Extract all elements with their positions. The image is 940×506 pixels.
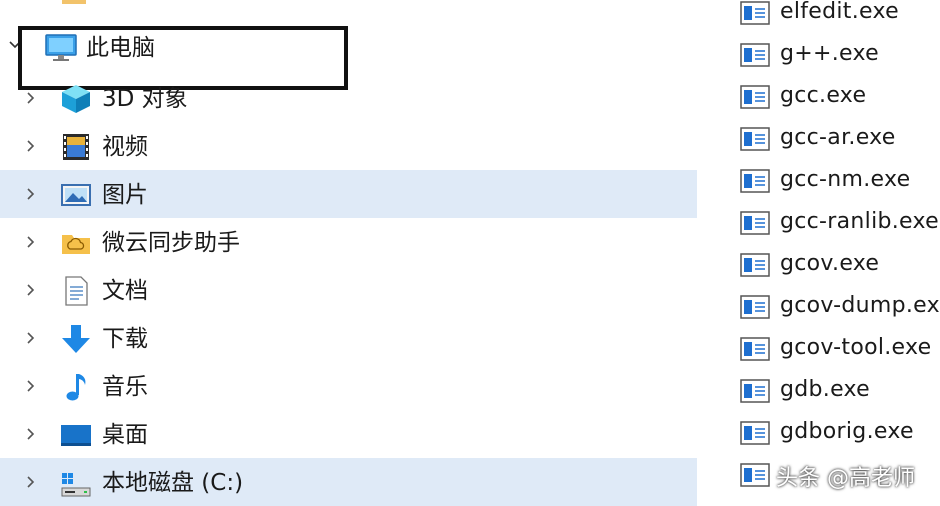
music-note-icon	[60, 371, 92, 403]
tree-item-desktop[interactable]: 桌面	[0, 410, 697, 458]
tree-item-label: 图片	[102, 182, 148, 208]
executable-file-icon	[740, 127, 770, 151]
tree-item-documents[interactable]: 文档	[0, 266, 697, 314]
chevron-right-icon[interactable]	[24, 91, 38, 105]
local-disk-icon	[60, 467, 92, 499]
chevron-right-icon[interactable]	[24, 379, 38, 393]
file-item[interactable]: gdb.exe	[740, 376, 940, 414]
folder-icon-partial	[62, 0, 86, 4]
chevron-right-icon[interactable]	[24, 235, 38, 249]
file-name: gcc.exe	[780, 83, 867, 108]
navigation-pane: 此电脑 3D 对象 视频 图片 微云同步助手 文档 下载 音乐 桌面 本地磁盘 …	[0, 0, 720, 506]
file-item[interactable]: gcc-ranlib.exe	[740, 208, 940, 246]
tree-item-label: 音乐	[102, 374, 148, 400]
file-item[interactable]: gcov-dump.exe	[740, 292, 940, 330]
tree-item-label: 3D 对象	[102, 86, 188, 112]
file-item[interactable]: gcc.exe	[740, 82, 940, 120]
tree-item-downloads[interactable]: 下载	[0, 314, 697, 362]
file-name: gcc-nm.exe	[780, 167, 911, 192]
tree-item-pictures[interactable]: 图片	[0, 170, 697, 218]
executable-file-icon	[740, 379, 770, 403]
tree-item-weiyun-sync[interactable]: 微云同步助手	[0, 218, 697, 266]
tree-item-music[interactable]: 音乐	[0, 362, 697, 410]
executable-file-icon	[740, 337, 770, 361]
executable-file-icon	[740, 253, 770, 277]
executable-file-icon	[740, 211, 770, 235]
chevron-right-icon[interactable]	[24, 475, 38, 489]
3d-objects-icon	[60, 83, 92, 115]
tree-item-label: 视频	[102, 134, 148, 160]
executable-file-icon	[740, 43, 770, 67]
file-name: gcov.exe	[780, 251, 880, 276]
file-name: gcov-dump.exe	[780, 293, 940, 318]
file-name: gdb.exe	[780, 377, 871, 402]
executable-file-icon	[740, 85, 770, 109]
file-list-pane: elfedit.exe g++.exe gcc.exe gcc-ar.exe g…	[720, 0, 940, 504]
chevron-right-icon[interactable]	[24, 139, 38, 153]
executable-file-icon	[740, 421, 770, 445]
watermark-text: 头条 @高老师	[776, 466, 915, 491]
executable-file-icon	[740, 169, 770, 193]
tree-item-label: 下载	[102, 326, 148, 352]
chevron-right-icon[interactable]	[24, 427, 38, 441]
tree-item-label: 微云同步助手	[102, 230, 240, 256]
file-name: gcc-ranlib.exe	[780, 209, 939, 234]
documents-icon	[60, 275, 92, 307]
file-item[interactable]: g++.exe	[740, 40, 940, 78]
tree-item-label: 文档	[102, 278, 148, 304]
chevron-right-icon[interactable]	[24, 283, 38, 297]
file-name: elfedit.exe	[780, 0, 899, 24]
tree-item-videos[interactable]: 视频	[0, 122, 697, 170]
tree-item-3d-objects[interactable]: 3D 对象	[0, 74, 697, 122]
chevron-right-icon[interactable]	[24, 187, 38, 201]
videos-icon	[60, 131, 92, 163]
file-name: g++.exe	[780, 41, 879, 66]
file-item[interactable]: gcov.exe	[740, 250, 940, 288]
tree-item-local-disk-c[interactable]: 本地磁盘 (C:)	[0, 458, 697, 506]
chevron-right-icon[interactable]	[24, 331, 38, 345]
download-arrow-icon	[60, 323, 92, 355]
file-name: gcov-tool.exe	[780, 335, 932, 360]
pictures-icon	[60, 179, 92, 211]
file-name: gdborig.exe	[780, 419, 914, 444]
file-item[interactable]: gcc-ar.exe	[740, 124, 940, 162]
executable-file-icon	[740, 463, 770, 487]
file-item[interactable]: gdborig.exe	[740, 418, 940, 456]
file-name: gcc-ar.exe	[780, 125, 896, 150]
file-item[interactable]: gcc-nm.exe	[740, 166, 940, 204]
file-item[interactable]: gcov-tool.exe	[740, 334, 940, 372]
executable-file-icon	[740, 1, 770, 25]
tree-item-label: 桌面	[102, 422, 148, 448]
tree-item-label: 本地磁盘 (C:)	[102, 470, 244, 496]
file-item[interactable]: elfedit.exe	[740, 0, 940, 36]
cloud-sync-folder-icon	[60, 227, 92, 259]
executable-file-icon	[740, 295, 770, 319]
desktop-icon	[60, 419, 92, 451]
